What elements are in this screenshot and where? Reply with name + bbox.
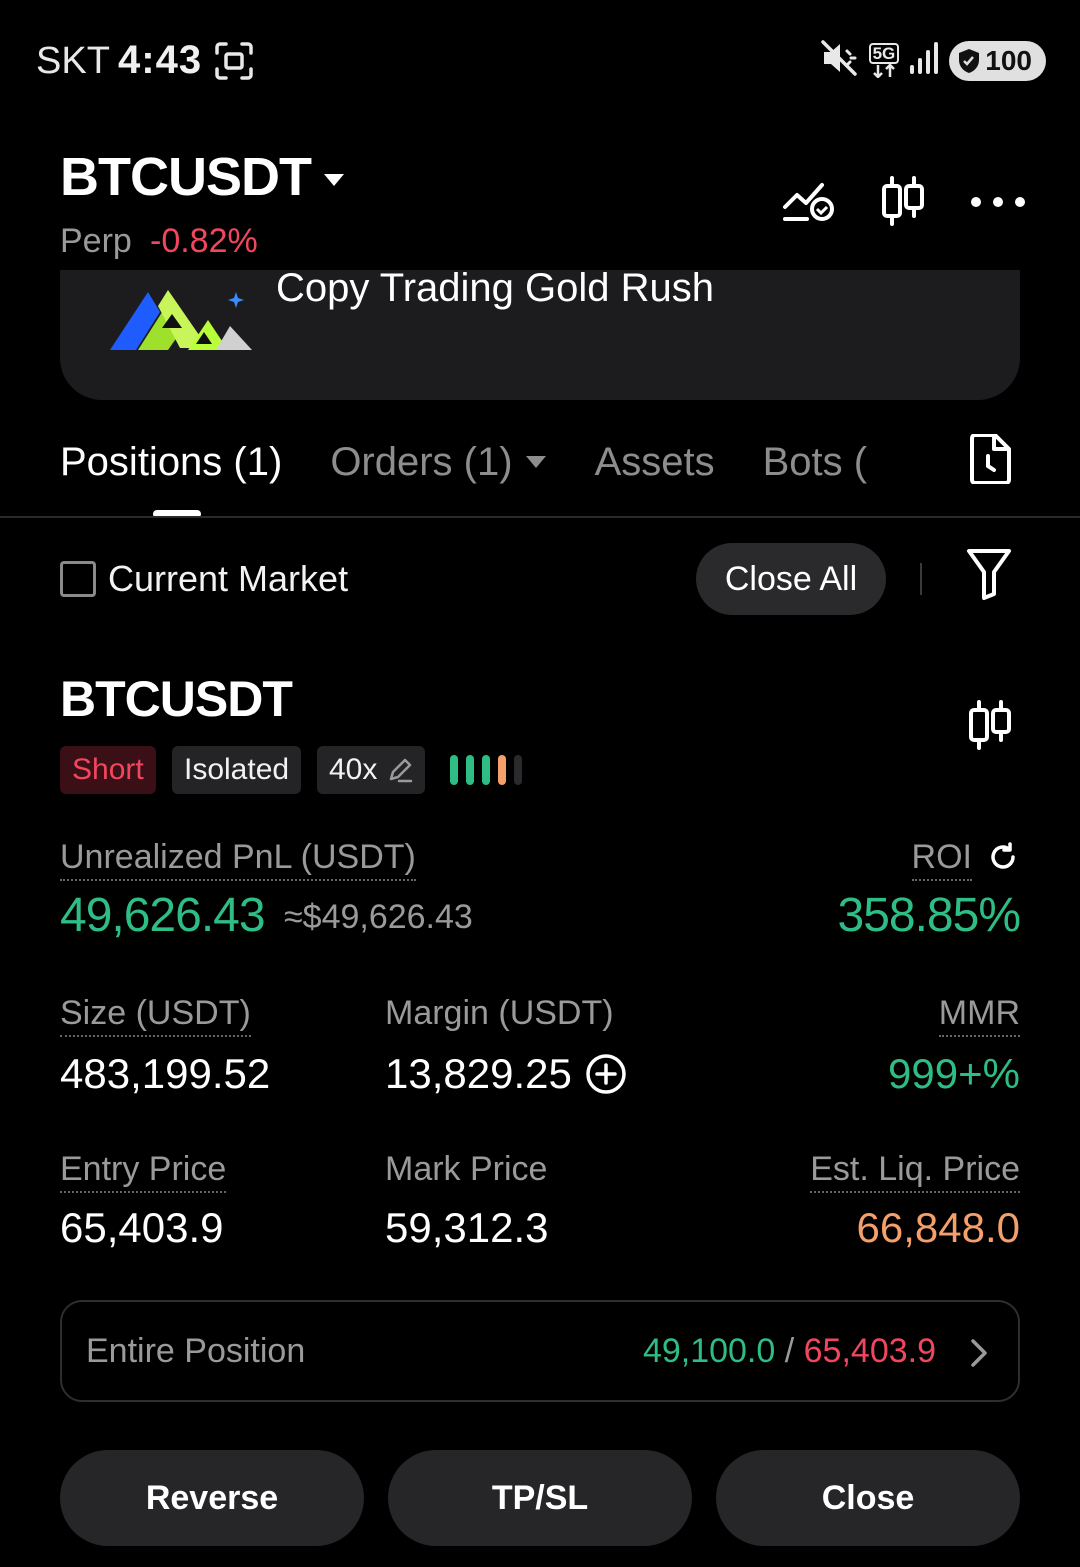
entry-price-label[interactable]: Entry Price (60, 1150, 227, 1193)
signal-icon (909, 41, 939, 80)
promo-banner[interactable]: Copy Trading Gold Rush (60, 270, 1020, 400)
edit-icon (390, 758, 413, 783)
tab-bar: Positions (1) Orders (1) Assets Bots ( (60, 432, 915, 492)
banner-title: Copy Trading Gold Rush (276, 270, 715, 310)
divider (0, 516, 1080, 518)
refresh-icon[interactable] (988, 842, 1018, 877)
liq-price-value: 66,848.0 (856, 1204, 1021, 1251)
status-right: 5G 100 (820, 40, 1046, 81)
filter-icon[interactable] (966, 548, 1012, 605)
screen-capture-icon (214, 42, 254, 85)
position-symbol[interactable]: BTCUSDT (60, 670, 293, 728)
close-position-button[interactable]: Close (716, 1450, 1020, 1546)
mute-icon (820, 40, 859, 81)
unrealized-pnl-label[interactable]: Unrealized PnL (USDT) (60, 838, 416, 881)
gold-rush-logo-icon (108, 278, 258, 359)
symbol-title[interactable]: BTCUSDT (60, 146, 312, 208)
header-actions (782, 176, 1026, 231)
tab-bots[interactable]: Bots ( (763, 440, 867, 485)
close-all-button[interactable]: Close All (696, 543, 886, 615)
mmr-value: 999+% (888, 1050, 1020, 1097)
tpsl-separator: / (775, 1332, 804, 1370)
current-market-checkbox[interactable] (60, 561, 96, 597)
roi-label[interactable]: ROI (911, 838, 972, 881)
add-margin-icon[interactable] (584, 1052, 628, 1101)
contract-type: Perp (60, 222, 132, 260)
tp-value: 49,100.0 (642, 1332, 776, 1370)
shield-icon (959, 48, 980, 73)
tab-fade (880, 430, 940, 494)
roi-value: 358.85% (837, 889, 1021, 942)
tpsl-values: 49,100.0 / 65,403.9 (643, 1332, 936, 1371)
more-options-icon[interactable] (970, 195, 1026, 213)
tab-orders[interactable]: Orders (1) (330, 440, 546, 485)
candlestick-chart-icon[interactable] (966, 700, 1014, 755)
size-label[interactable]: Size (USDT) (60, 994, 251, 1037)
risk-level-indicator (450, 755, 522, 785)
tpsl-button[interactable]: TP/SL (388, 1450, 692, 1546)
mark-price-value: 59,312.3 (385, 1204, 549, 1251)
status-carrier: SKT (36, 40, 110, 82)
unrealized-pnl-value: 49,626.43 (60, 889, 266, 942)
entire-position-tpsl-row[interactable]: Entire Position 49,100.0 / 65,403.9 (60, 1300, 1020, 1402)
entry-price-value: 65,403.9 (60, 1204, 224, 1251)
status-time: 4:43 (118, 38, 203, 82)
entire-position-label: Entire Position (86, 1332, 306, 1370)
order-history-icon[interactable] (968, 433, 1012, 489)
liq-price-label[interactable]: Est. Liq. Price (810, 1150, 1020, 1193)
leverage-badge[interactable]: 40x (317, 746, 426, 794)
price-alert-icon[interactable] (782, 179, 836, 228)
margin-mode-badge[interactable]: Isolated (172, 746, 302, 794)
mark-price-label: Mark Price (385, 1150, 548, 1188)
battery-indicator: 100 (949, 40, 1046, 81)
current-market-label[interactable]: Current Market (108, 558, 348, 600)
unrealized-pnl-usd: ≈$49,626.43 (284, 898, 473, 936)
size-value: 483,199.52 (60, 1050, 271, 1097)
divider (920, 563, 922, 595)
sl-value: 65,403.9 (803, 1332, 936, 1370)
candlestick-chart-icon[interactable] (880, 176, 926, 231)
margin-label: Margin (USDT) (385, 994, 614, 1032)
tab-assets[interactable]: Assets (595, 440, 715, 485)
side-badge: Short (60, 746, 156, 794)
chevron-right-icon (970, 1338, 988, 1373)
reverse-button[interactable]: Reverse (60, 1450, 364, 1546)
network-5g-icon: 5G (868, 43, 900, 78)
mmr-label[interactable]: MMR (938, 994, 1020, 1037)
price-change: -0.82% (150, 222, 258, 260)
tab-positions[interactable]: Positions (1) (60, 440, 282, 485)
margin-value: 13,829.25 (385, 1050, 572, 1097)
chevron-down-icon (525, 456, 546, 468)
chevron-down-icon[interactable] (322, 172, 346, 193)
